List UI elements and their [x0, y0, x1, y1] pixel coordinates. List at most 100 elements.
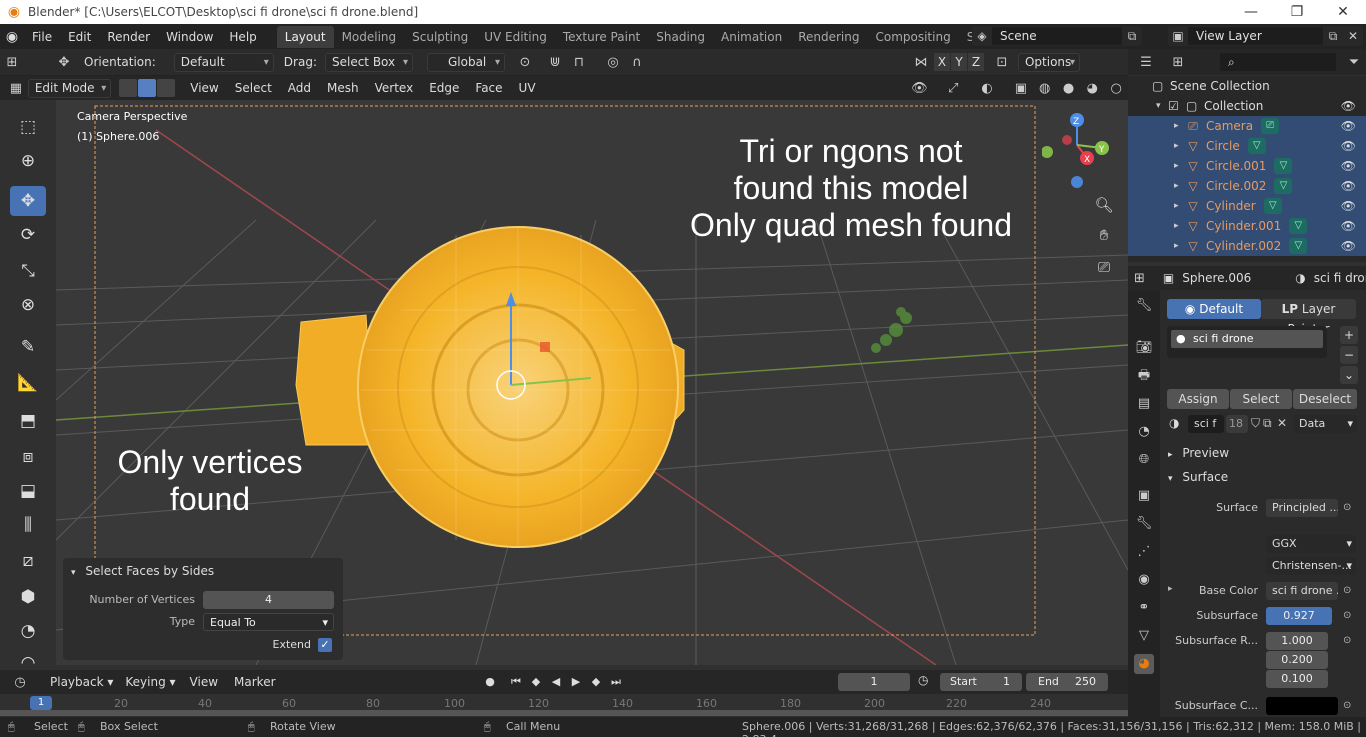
- measure-tool-icon[interactable]: 📐: [10, 368, 46, 398]
- subsurface-radius-x[interactable]: 1.000: [1266, 632, 1328, 650]
- operator-panel-header[interactable]: ▾ Select Faces by Sides: [71, 564, 214, 578]
- modifier-tab-icon[interactable]: 🔧︎: [1134, 514, 1154, 534]
- tool-tab-icon[interactable]: 🔧︎: [1134, 296, 1154, 316]
- loop-cut-tool-icon[interactable]: ⫼: [10, 510, 46, 540]
- surface-section[interactable]: ▾ Surface: [1168, 470, 1228, 484]
- timeline-menu-view[interactable]: View: [182, 675, 226, 689]
- drag-dropdown[interactable]: Select Box ▾: [324, 52, 413, 72]
- material-shading-icon[interactable]: ◕: [1080, 81, 1104, 96]
- base-color-field[interactable]: sci fi drone ...: [1266, 582, 1338, 600]
- tab-uv-editing[interactable]: UV Editing: [476, 26, 555, 48]
- visibility-eye-icon[interactable]: 👁: [1341, 219, 1356, 233]
- tab-modeling[interactable]: Modeling: [334, 26, 405, 48]
- play-reverse-icon[interactable]: ◀: [546, 673, 566, 691]
- tab-layer-painter-button[interactable]: LP Layer Painter: [1261, 299, 1356, 336]
- link-socket-icon[interactable]: ⊙: [1343, 635, 1351, 646]
- tab-texture-paint[interactable]: Texture Paint: [555, 26, 648, 48]
- drone-mesh[interactable]: [295, 226, 685, 548]
- wireframe-shading-icon[interactable]: ◍: [1033, 81, 1057, 96]
- jump-end-icon[interactable]: ⏭: [606, 673, 626, 691]
- object-tab-icon[interactable]: ▣: [1134, 486, 1154, 506]
- world-tab-icon[interactable]: 🌐︎: [1134, 450, 1154, 470]
- select-button[interactable]: Select: [1230, 389, 1292, 409]
- material-name-field[interactable]: sci f: [1188, 415, 1224, 433]
- distribution-dropdown[interactable]: GGX ▾: [1266, 535, 1356, 553]
- viewport-menu-view[interactable]: View: [182, 81, 226, 95]
- view-layer-tab-icon[interactable]: ▤: [1134, 394, 1154, 414]
- material-slot-item[interactable]: ● sci fi drone: [1171, 330, 1323, 348]
- mesh-data-icon[interactable]: ▽: [1274, 178, 1293, 194]
- tab-rendering[interactable]: Rendering: [790, 26, 867, 48]
- select-box-tool-icon[interactable]: ⬚: [10, 112, 46, 142]
- outliner-item-circle[interactable]: ▸ ▽ Circle ▽ 👁: [1128, 136, 1366, 156]
- mirror-icon[interactable]: ⋈: [909, 55, 933, 70]
- jump-start-icon[interactable]: ⏮: [506, 673, 526, 691]
- view-layer-name-field[interactable]: View Layer: [1188, 27, 1323, 45]
- annotate-tool-icon[interactable]: ✎: [10, 332, 46, 362]
- visibility-eye-icon[interactable]: 👁: [1341, 179, 1356, 193]
- link-data-dropdown[interactable]: Data ▾: [1293, 415, 1357, 433]
- output-tab-icon[interactable]: 🖶: [1134, 366, 1154, 386]
- properties-editor-type-icon[interactable]: ⊞: [1134, 271, 1145, 286]
- render-tab-icon[interactable]: 📷︎: [1134, 338, 1154, 358]
- outliner-item-cylinder[interactable]: ▸ ▽ Cylinder ▽ 👁: [1128, 196, 1366, 216]
- playback-menu[interactable]: Playback ▾: [44, 675, 119, 689]
- gizmo-toggle-icon[interactable]: ⤢: [941, 81, 965, 96]
- fake-user-icon[interactable]: ⛉: [1251, 416, 1260, 431]
- auto-merge-icon[interactable]: ⊡: [990, 55, 1014, 70]
- expand-arrow-icon[interactable]: ▸: [1174, 241, 1186, 251]
- link-socket-icon[interactable]: ⊙: [1343, 610, 1351, 621]
- mode-dropdown[interactable]: Edit Mode ▾: [27, 78, 112, 98]
- expand-arrow-icon[interactable]: ▸: [1174, 121, 1186, 131]
- num-vertices-field[interactable]: 4: [203, 591, 334, 609]
- menu-window[interactable]: Window: [158, 30, 221, 44]
- orientation-dropdown[interactable]: Default ▾: [173, 52, 274, 72]
- deselect-button[interactable]: Deselect: [1293, 389, 1357, 409]
- viewport-menu-vertex[interactable]: Vertex: [367, 81, 422, 95]
- navigation-gizmo[interactable]: Z X Y: [1042, 110, 1112, 190]
- bevel-tool-icon[interactable]: ⬓: [10, 476, 46, 506]
- mesh-data-icon[interactable]: ▽: [1263, 198, 1282, 214]
- visibility-eye-icon[interactable]: 👁: [1341, 139, 1356, 153]
- physics-tab-icon[interactable]: ◉: [1134, 570, 1154, 590]
- add-slot-button[interactable]: +: [1340, 326, 1358, 344]
- mesh-data-icon[interactable]: ▽: [1274, 158, 1293, 174]
- preview-range-icon[interactable]: ◷: [918, 673, 928, 687]
- move-tool-icon[interactable]: ✥: [10, 186, 46, 216]
- collection-checkbox[interactable]: ☑: [1168, 99, 1182, 113]
- tab-default-button[interactable]: ◉ Default: [1167, 299, 1261, 319]
- rotate-tool-icon[interactable]: ⟳: [10, 220, 46, 250]
- poly-build-tool-icon[interactable]: ⬢: [10, 582, 46, 612]
- falloff-icon[interactable]: ∩: [625, 55, 649, 70]
- data-tab-icon[interactable]: ▽: [1134, 626, 1154, 646]
- face-select-mode-button[interactable]: [157, 79, 176, 97]
- display-mode-icon[interactable]: ⊞: [1166, 55, 1190, 70]
- remove-view-layer-icon[interactable]: ✕: [1343, 29, 1363, 43]
- mesh-data-icon[interactable]: ▽: [1247, 138, 1266, 154]
- outliner-scene-collection[interactable]: ▢ Scene Collection: [1128, 76, 1366, 96]
- timeline-menu-marker[interactable]: Marker: [226, 675, 283, 689]
- visibility-eye-icon[interactable]: 👁: [1341, 159, 1356, 173]
- menu-help[interactable]: Help: [221, 30, 264, 44]
- viewport-menu-face[interactable]: Face: [467, 81, 510, 95]
- playhead-frame[interactable]: 1: [30, 696, 52, 710]
- camera-data-icon[interactable]: ⎚: [1261, 118, 1280, 134]
- spin-tool-icon[interactable]: ◔: [10, 616, 46, 646]
- mesh-data-icon[interactable]: ▽: [1289, 218, 1308, 234]
- extend-checkbox[interactable]: ✓: [318, 638, 332, 652]
- play-icon[interactable]: ▶: [566, 673, 586, 691]
- tab-layout[interactable]: Layout: [276, 25, 334, 48]
- surface-shader-field[interactable]: Principled ...: [1266, 499, 1338, 517]
- minimize-button[interactable]: —: [1228, 0, 1274, 24]
- record-icon[interactable]: ●: [480, 673, 500, 691]
- knife-tool-icon[interactable]: ⧄: [10, 546, 46, 576]
- filter-icon[interactable]: ⏷: [1342, 55, 1366, 70]
- visibility-eye-icon[interactable]: 👁: [1341, 199, 1356, 213]
- scene-tab-icon[interactable]: ◔: [1134, 422, 1154, 442]
- inset-tool-icon[interactable]: ⧈: [10, 442, 46, 472]
- end-frame-field[interactable]: End 250: [1026, 673, 1108, 691]
- assign-button[interactable]: Assign: [1167, 389, 1229, 409]
- timeline-scrollbar[interactable]: [0, 710, 1128, 716]
- axis-z-toggle[interactable]: Z: [967, 53, 984, 71]
- outliner-item-cylinder-001[interactable]: ▸ ▽ Cylinder.001 ▽ 👁: [1128, 216, 1366, 236]
